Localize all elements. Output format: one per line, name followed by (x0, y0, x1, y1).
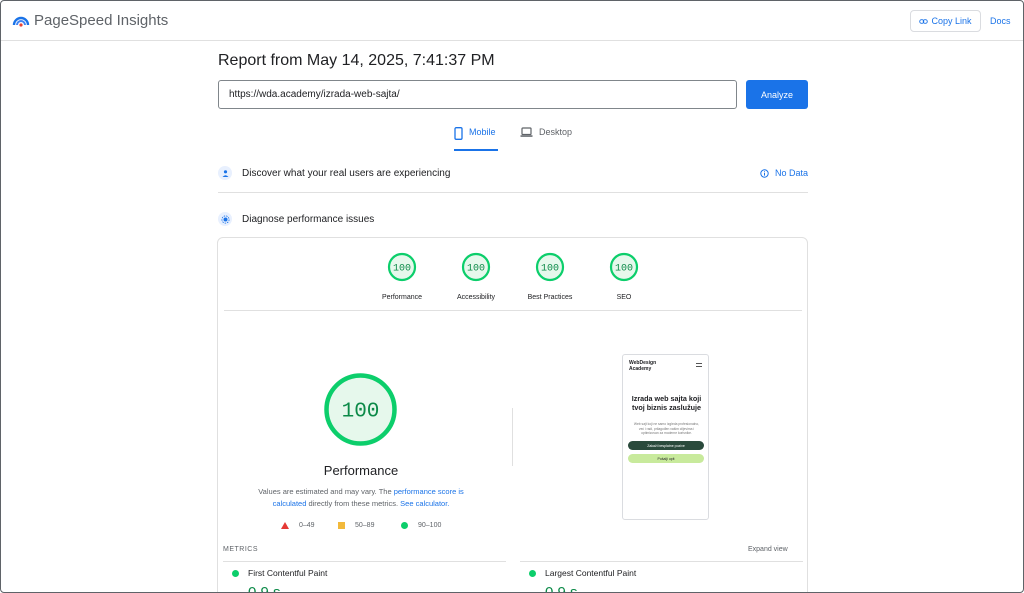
pass-dot-icon (232, 569, 239, 577)
pagespeed-logo-icon[interactable] (12, 12, 30, 30)
tab-desktop[interactable]: Desktop (520, 127, 572, 151)
no-data-status[interactable]: No Data (760, 168, 808, 178)
category-label: SEO (616, 294, 632, 301)
legend-range: 0–49 (299, 522, 315, 529)
diagnose-title: Diagnose performance issues (242, 213, 375, 225)
metric-lcp: Largest Contentful Paint (529, 568, 636, 578)
users-icon (218, 166, 232, 180)
metric-value: 0.9 s (545, 584, 578, 593)
hamburger-menu-icon (696, 363, 702, 367)
screenshot-subtext: Web sajt koji ne samo izgleda profesiona… (633, 422, 700, 435)
screenshot-heading: Izrada web sajta koji tvoj biznis zasluž… (631, 394, 702, 412)
copy-link-button[interactable]: Copy Link (910, 10, 981, 32)
metric-fcp: First Contentful Paint (232, 568, 327, 578)
tab-mobile-label: Mobile (469, 127, 496, 137)
calculator-link[interactable]: See calculator. (400, 499, 449, 508)
link-icon (919, 18, 929, 24)
diagnose-icon (218, 212, 232, 226)
section-divider (218, 192, 808, 193)
diagnose-section: Diagnose performance issues (218, 212, 808, 226)
field-data-section: Discover what your real users are experi… (218, 166, 808, 180)
docs-link[interactable]: Docs (990, 16, 1011, 26)
metric-divider (223, 561, 506, 562)
note-text: directly from these metrics. (306, 499, 401, 508)
performance-score-gauge: 100 (324, 373, 397, 446)
score-value: 100 (615, 264, 633, 275)
square-average-icon (338, 522, 345, 529)
analyze-button[interactable]: Analyze (746, 80, 808, 109)
legend-average: 50–89 (338, 522, 374, 529)
mobile-phone-icon (454, 127, 463, 140)
legend-range: 50–89 (355, 522, 375, 529)
tab-desktop-label: Desktop (539, 127, 573, 137)
pass-dot-icon (529, 569, 536, 577)
metric-divider (520, 561, 803, 562)
score-value: 100 (467, 264, 485, 275)
report-title: Report from May 14, 2025, 7:41:37 PM (218, 52, 495, 69)
score-gauge-icon: 100 (461, 252, 491, 282)
score-gauge-icon: 100 (609, 252, 639, 282)
logo-line: Academy (629, 366, 652, 372)
brand-name[interactable]: PageSpeed Insights (34, 12, 168, 29)
no-data-label: No Data (774, 168, 808, 178)
legend-fail: 0–49 (281, 522, 315, 529)
score-gauge-icon: 100 (387, 252, 417, 282)
performance-title: Performance (323, 463, 399, 478)
field-data-title: Discover what your real users are experi… (242, 167, 451, 179)
metrics-heading: METRICS (223, 546, 258, 553)
score-gauge-icon: 100 (535, 252, 565, 282)
url-input[interactable] (218, 80, 737, 109)
top-bar: PageSpeed Insights Copy Link Docs (1, 1, 1023, 41)
metric-value: 0.9 s (248, 584, 281, 593)
gauges-divider (224, 310, 802, 311)
score-value: 100 (541, 264, 559, 275)
screenshot-secondary-button: Pošalji upit (628, 454, 704, 463)
metric-name: First Contentful Paint (248, 568, 328, 578)
triangle-fail-icon (281, 522, 289, 529)
category-gauge-seo[interactable]: 100 SEO (579, 252, 669, 301)
tab-mobile[interactable]: Mobile (454, 127, 498, 151)
vertical-divider (512, 408, 513, 466)
browser-frame: PageSpeed Insights Copy Link Docs Report… (0, 0, 1024, 593)
circle-pass-icon (401, 522, 408, 529)
expand-view-toggle[interactable]: Expand view (748, 546, 788, 553)
screenshot-primary-button: Zakaži besplatne pozive (628, 441, 704, 450)
score-value: 100 (393, 264, 411, 275)
performance-note: Values are estimated and may vary. The p… (246, 486, 476, 510)
metric-name: Largest Contentful Paint (545, 568, 637, 578)
page-screenshot-thumbnail: WebDesign Academy Izrada web sajta koji … (622, 354, 709, 520)
copy-link-label: Copy Link (931, 16, 972, 26)
legend-range: 90–100 (418, 522, 442, 529)
performance-score-value: 100 (342, 401, 380, 424)
screenshot-logo: WebDesign Academy (629, 360, 656, 372)
laptop-icon (520, 127, 533, 137)
legend-pass: 90–100 (401, 522, 441, 529)
info-icon (760, 168, 769, 178)
note-text: Values are estimated and may vary. The (258, 487, 394, 496)
